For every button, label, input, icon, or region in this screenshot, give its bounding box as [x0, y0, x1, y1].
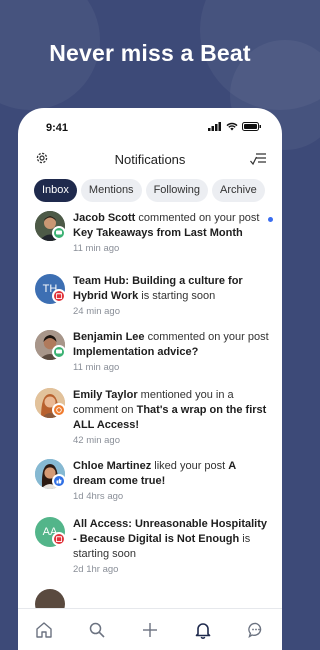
wifi-icon	[226, 122, 238, 131]
mention-badge-icon	[52, 403, 66, 417]
bottom-navigation	[18, 608, 282, 650]
like-badge-icon	[52, 474, 66, 488]
headline: Never miss a Beat	[49, 40, 251, 66]
tab-following[interactable]: Following	[145, 179, 209, 202]
tab-bar: Inbox Mentions Following Archive	[18, 176, 282, 206]
comment-badge-icon	[52, 345, 66, 359]
notification-time: 11 min ago	[73, 243, 120, 254]
notification-text: Benjamin Lee commented on your post Impl…	[73, 331, 269, 358]
notification-item[interactable]: Chloe Martinez liked your post A dream c…	[18, 454, 282, 512]
filter-list-icon[interactable]	[250, 152, 266, 171]
notification-time: 42 min ago	[73, 435, 121, 446]
notification-item[interactable]: Jacob Scott commented on your post Key T…	[18, 206, 282, 269]
notification-time: 24 min ago	[73, 306, 121, 317]
notification-item[interactable]: Benjamin Lee commented on your post Impl…	[18, 325, 282, 383]
notification-time: 1d 4hrs ago	[73, 491, 124, 502]
home-icon[interactable]	[31, 617, 57, 643]
notification-time: 2d 1hr ago	[73, 564, 119, 575]
notifications-header: Notifications	[18, 142, 282, 176]
notification-item[interactable]: Emily Taylor mentioned you in a comment …	[18, 383, 282, 454]
event-badge-icon	[52, 532, 66, 546]
event-badge-icon	[52, 289, 66, 303]
notification-time: 11 min ago	[73, 362, 120, 373]
search-icon[interactable]	[84, 617, 110, 643]
notification-text: Team Hub: Building a culture for Hybrid …	[73, 275, 243, 302]
page-title: Notifications	[114, 152, 186, 167]
signal-icon	[208, 122, 221, 131]
phone-screen: 9:41 Notifications Inbox Mentions Follow…	[18, 108, 282, 650]
notification-text: All Access: Unreasonable Hospitality - B…	[73, 518, 267, 560]
unread-dot	[268, 217, 273, 222]
status-icons	[208, 122, 262, 131]
tab-inbox[interactable]: Inbox	[34, 179, 77, 202]
notification-text: Emily Taylor mentioned you in a comment …	[73, 389, 267, 431]
battery-icon	[242, 122, 261, 131]
notification-text: Jacob Scott commented on your post Key T…	[73, 212, 260, 239]
add-icon[interactable]	[137, 617, 163, 643]
notification-item[interactable]: TH Team Hub: Building a culture for Hybr…	[18, 269, 282, 325]
comment-badge-icon	[52, 226, 66, 240]
notification-item[interactable]: AA All Access: Unreasonable Hospitality …	[18, 512, 282, 584]
tab-mentions[interactable]: Mentions	[80, 179, 142, 202]
chat-icon[interactable]	[243, 617, 269, 643]
notification-text: Chloe Martinez liked your post A dream c…	[73, 460, 236, 487]
notifications-icon[interactable]	[190, 617, 216, 643]
status-time: 9:41	[46, 122, 69, 134]
status-bar: 9:41	[18, 108, 282, 142]
tab-archive[interactable]: Archive	[212, 179, 265, 202]
notification-list: Jacob Scott commented on your post Key T…	[18, 206, 282, 619]
